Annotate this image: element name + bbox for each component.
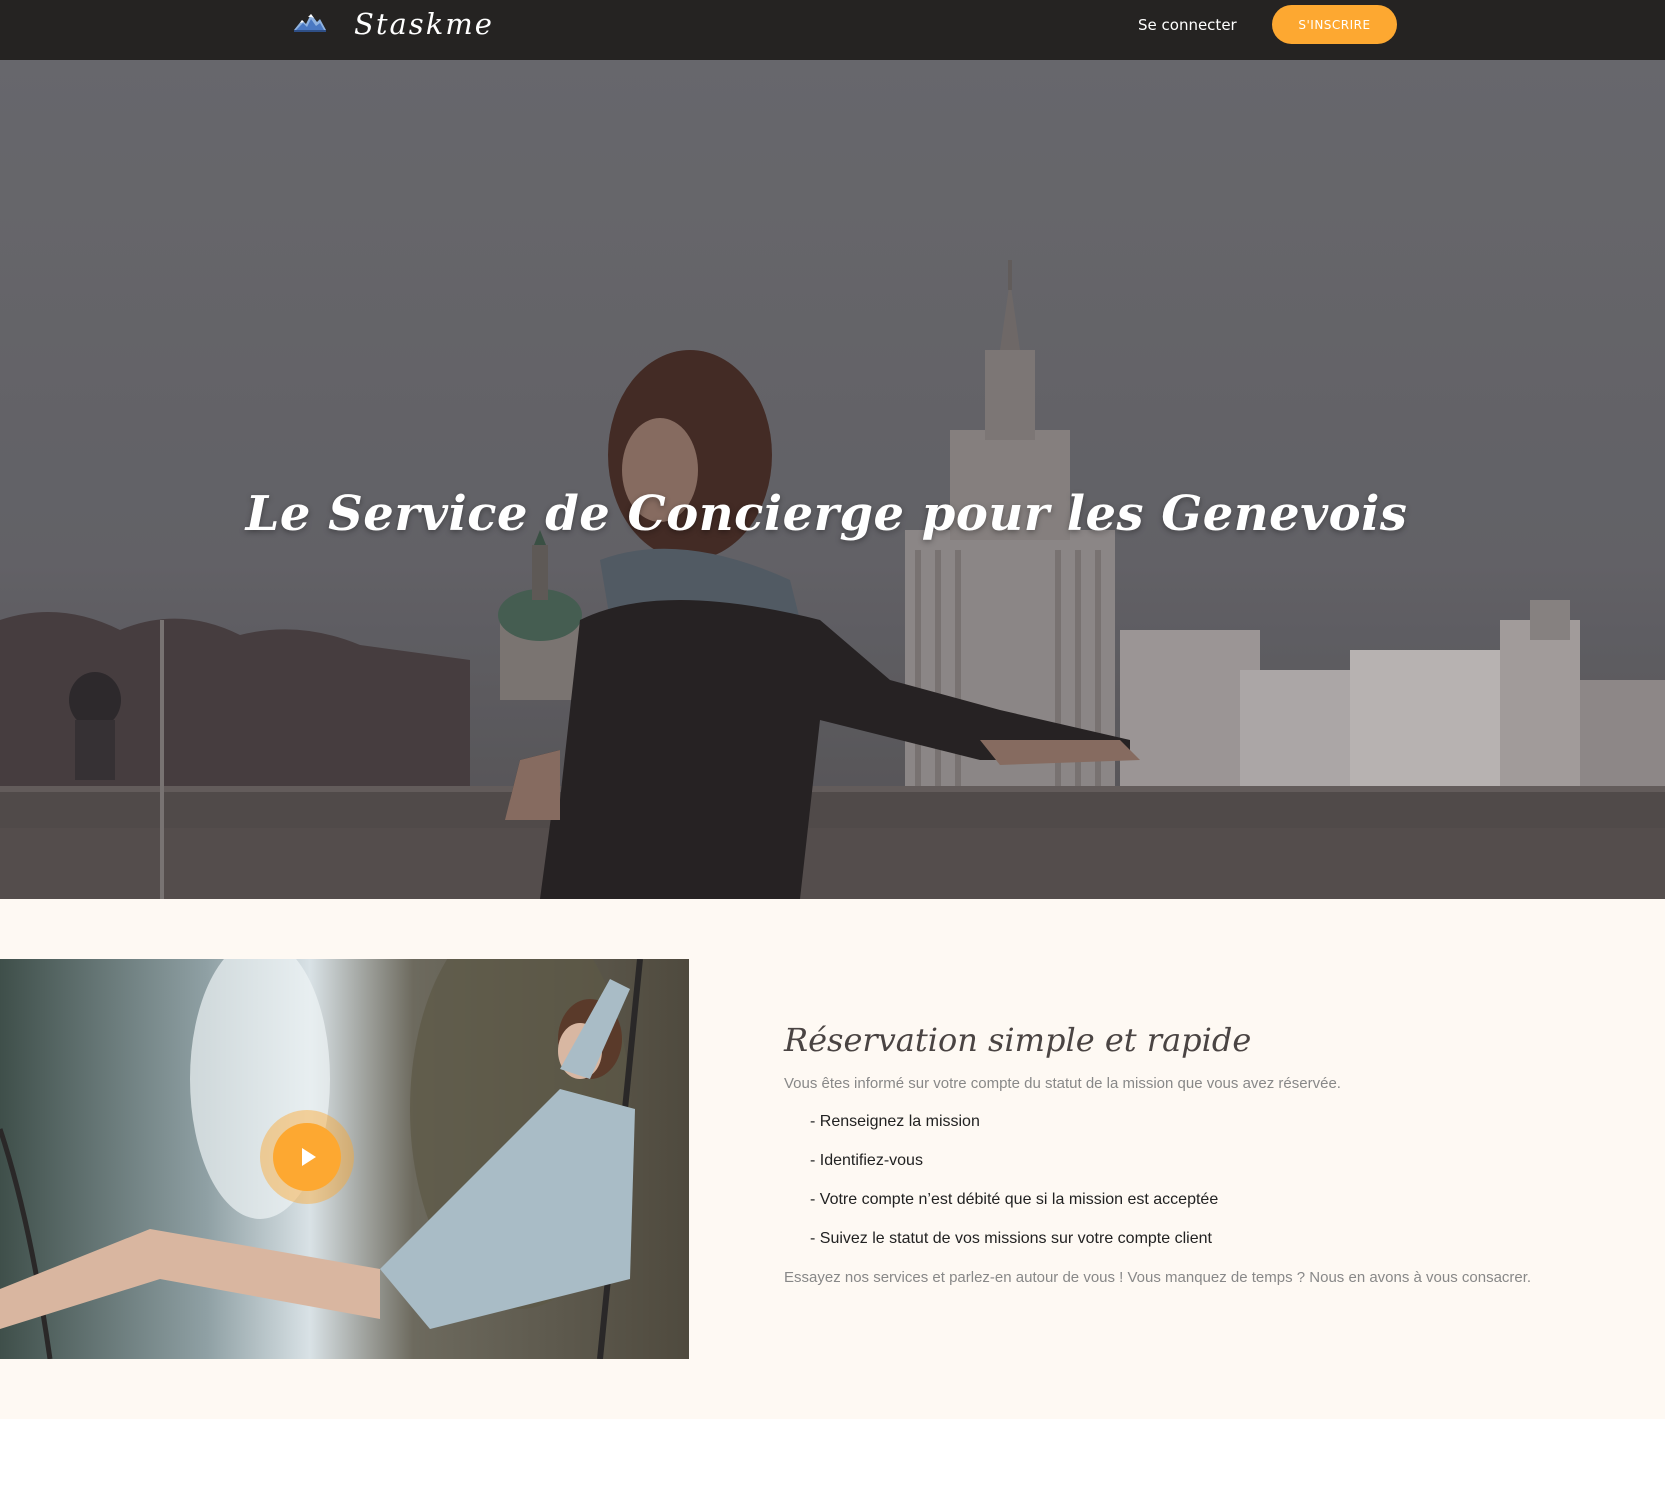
brand-name[interactable]: Staskme: [354, 6, 494, 42]
reservation-steps-list: - Renseignez la mission - Identifiez-vou…: [784, 1111, 1604, 1250]
play-icon: [302, 1148, 316, 1166]
top-navbar: Staskme Se connecter S'INSCRIRE: [0, 0, 1665, 60]
reservation-intro: Vous êtes informé sur votre compte du st…: [784, 1075, 1341, 1092]
reservation-title: Réservation simple et rapide: [784, 1021, 1252, 1059]
mountain-logo-icon[interactable]: [292, 8, 328, 34]
hero-title: Le Service de Concierge pour les Genevoi…: [245, 486, 1408, 543]
play-button-core[interactable]: [273, 1123, 341, 1191]
reservation-text-block: Réservation simple et rapide Vous êtes i…: [784, 1019, 1604, 1289]
play-button[interactable]: [260, 1110, 354, 1204]
video-thumbnail[interactable]: [0, 959, 689, 1359]
reservation-section: Réservation simple et rapide Vous êtes i…: [0, 899, 1665, 1419]
hero-background-image: [0, 60, 1665, 899]
list-item: - Votre compte n’est débité que si la mi…: [810, 1191, 1219, 1208]
hero-section: Le Service de Concierge pour les Genevoi…: [0, 60, 1665, 899]
list-item: - Suivez le statut de vos missions sur v…: [810, 1230, 1212, 1247]
login-link[interactable]: Se connecter: [1138, 14, 1237, 36]
signup-button[interactable]: S'INSCRIRE: [1272, 5, 1397, 44]
list-item: - Identifiez-vous: [810, 1152, 923, 1169]
list-item: - Renseignez la mission: [810, 1113, 980, 1130]
reservation-outro: Essayez nos services et parlez-en autour…: [784, 1269, 1532, 1286]
